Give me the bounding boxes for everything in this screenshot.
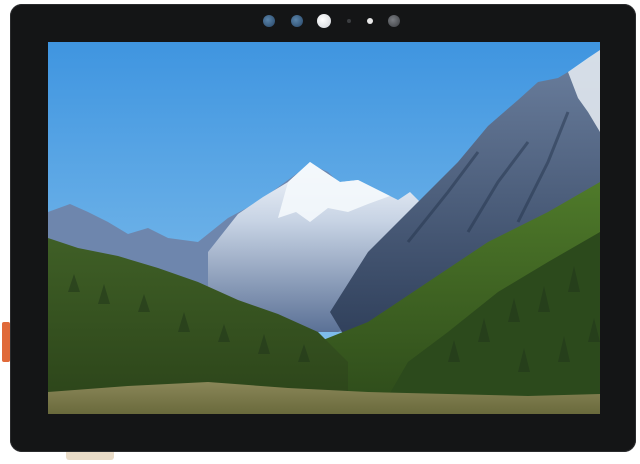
front-camera-icon bbox=[317, 14, 331, 28]
sensor-bar bbox=[10, 4, 636, 40]
flex-cable-tab bbox=[66, 452, 114, 460]
camera-lens-icon bbox=[263, 15, 275, 27]
ir-sensor-icon bbox=[291, 15, 303, 27]
mountain-wallpaper bbox=[48, 42, 600, 414]
microphone-icon bbox=[347, 19, 351, 23]
tablet-device bbox=[10, 4, 636, 452]
indicator-icon bbox=[388, 15, 400, 27]
light-sensor-icon bbox=[367, 18, 373, 24]
display-screen[interactable] bbox=[48, 42, 600, 414]
side-connector bbox=[2, 322, 10, 362]
